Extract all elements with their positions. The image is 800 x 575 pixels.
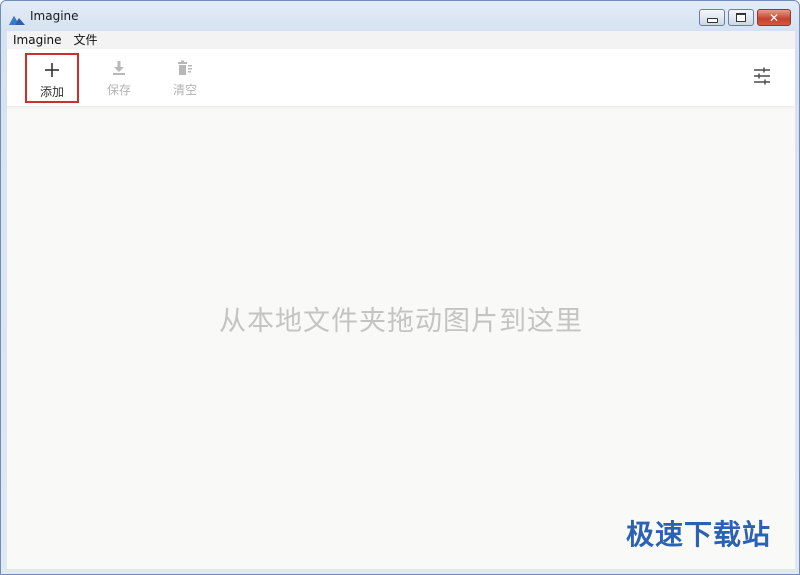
app-logo-icon [9, 10, 25, 25]
minimize-icon [706, 17, 718, 23]
app-window: Imagine ✕ Imagine 文件 添加 保存 清空 从本地文件夹拖动图片… [0, 0, 800, 575]
settings-button[interactable] [751, 65, 773, 87]
maximize-icon [736, 13, 746, 22]
close-icon: ✕ [768, 10, 780, 25]
clear-button[interactable]: 清空 [158, 53, 212, 103]
close-button[interactable]: ✕ [757, 9, 791, 26]
save-label: 保存 [106, 83, 131, 97]
main-content: 添加 保存 清空 从本地文件夹拖动图片到这里 极速下载站 [7, 49, 795, 569]
toolbar: 添加 保存 清空 [7, 49, 795, 107]
watermark-logo: 极速下载站 [625, 518, 771, 551]
sliders-icon [751, 67, 773, 91]
clear-label: 清空 [172, 83, 197, 97]
drop-zone-hint: 从本地文件夹拖动图片到这里 [219, 306, 583, 337]
plus-icon [42, 60, 62, 80]
menu-item-file[interactable]: 文件 [68, 31, 104, 49]
window-title: Imagine [30, 9, 79, 23]
title-bar[interactable]: Imagine ✕ [1, 1, 799, 31]
maximize-button[interactable] [728, 9, 754, 26]
window-controls: ✕ [699, 9, 791, 26]
save-button[interactable]: 保存 [92, 53, 146, 103]
add-button[interactable]: 添加 [25, 53, 79, 103]
download-icon [109, 58, 129, 78]
minimize-button[interactable] [699, 9, 725, 26]
menu-item-imagine[interactable]: Imagine [7, 31, 68, 49]
add-label: 添加 [39, 85, 64, 99]
trash-icon [175, 58, 195, 78]
menu-bar: Imagine 文件 [7, 31, 795, 49]
